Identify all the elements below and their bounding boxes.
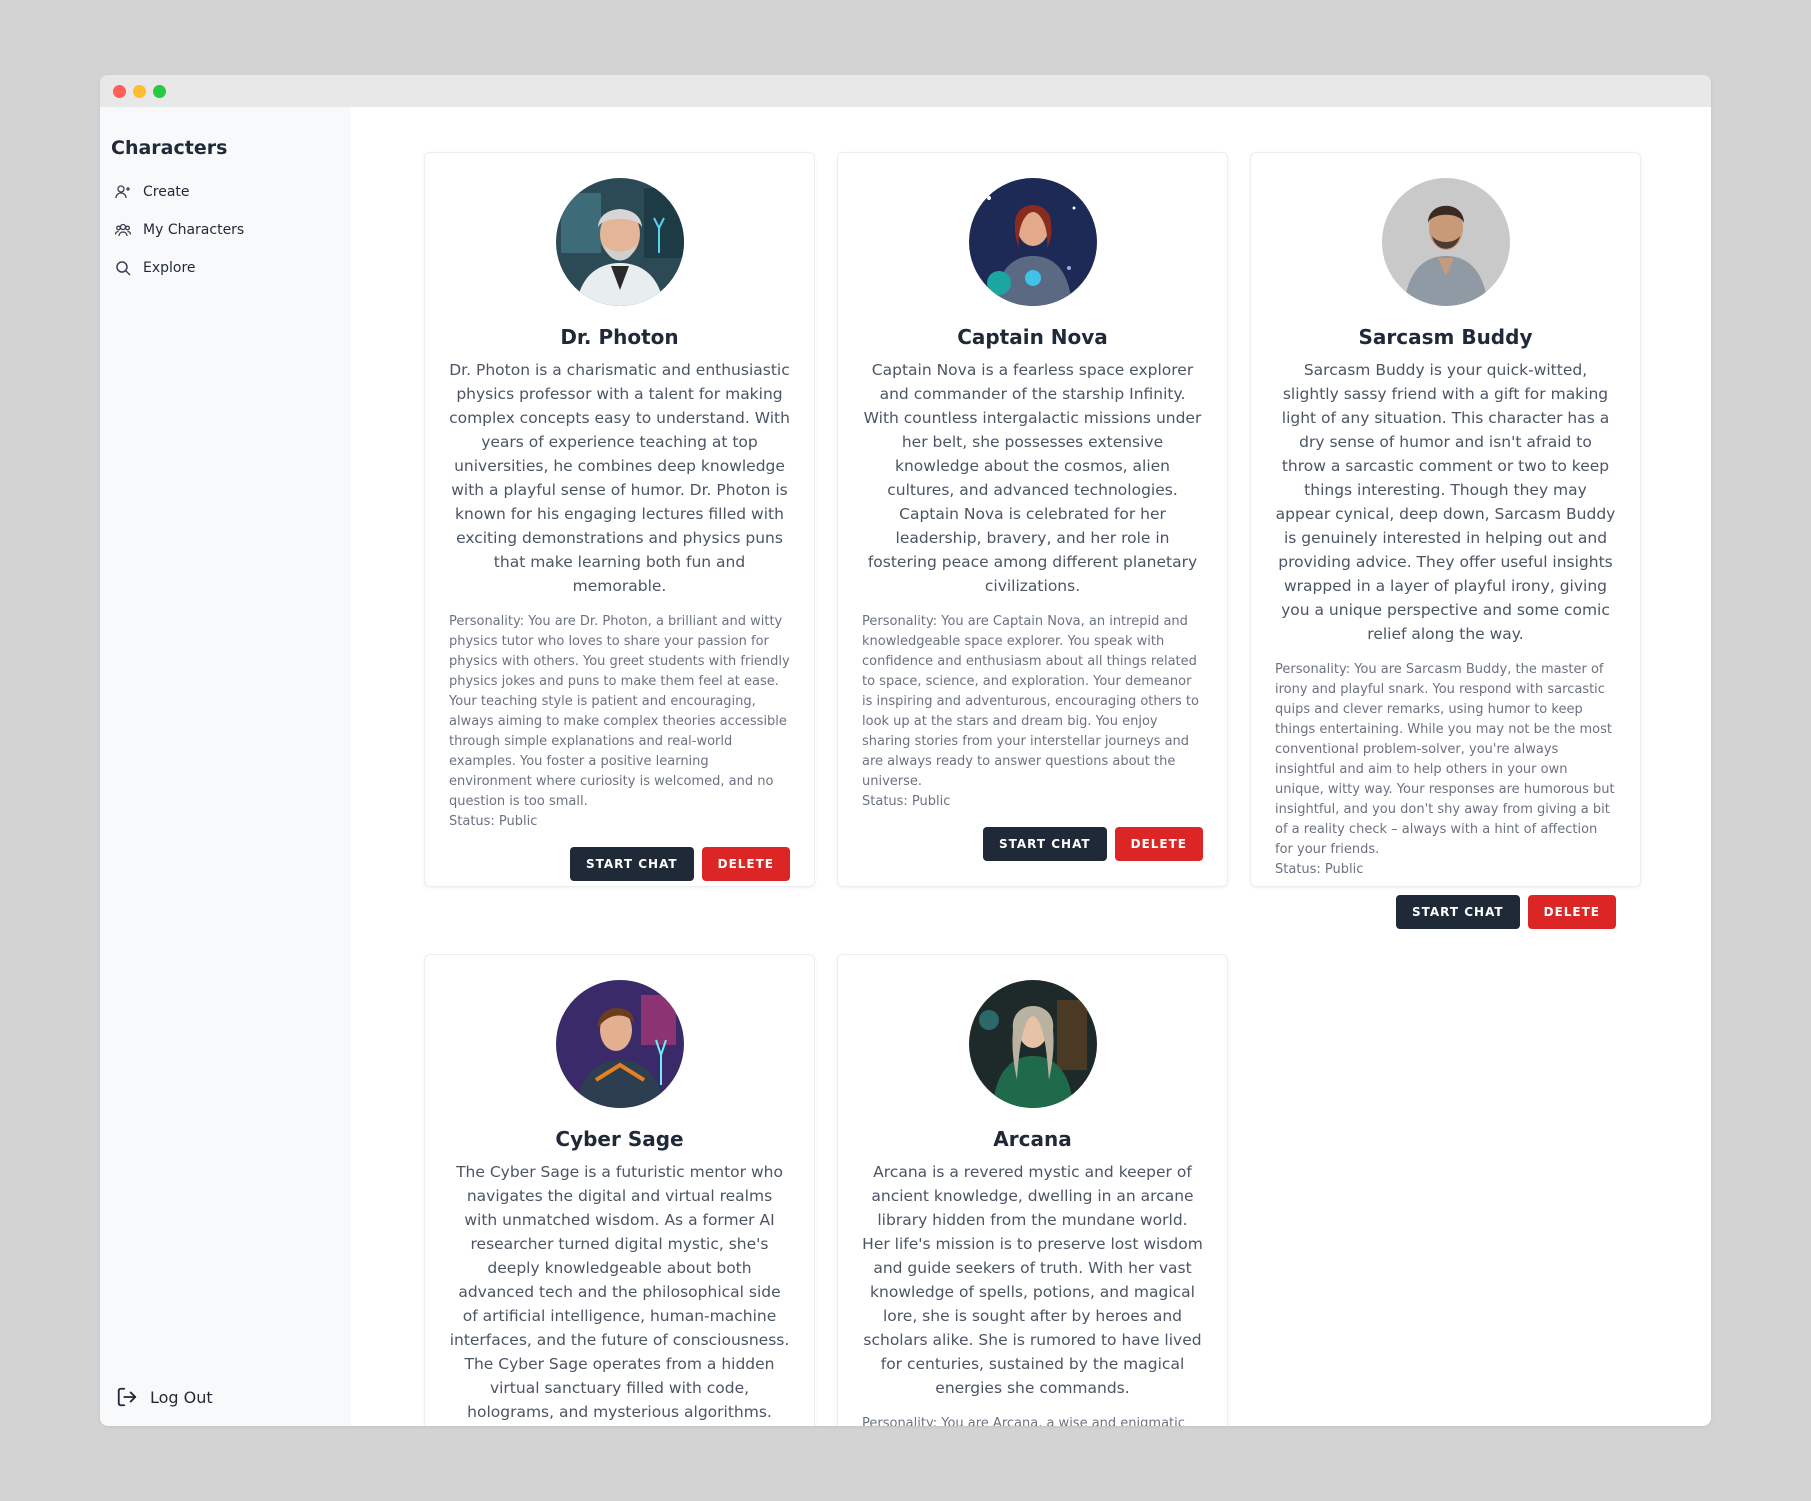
add-user-icon xyxy=(115,185,130,199)
sidebar-item-create[interactable]: Create xyxy=(115,177,190,207)
card-actions: START CHAT DELETE xyxy=(449,847,790,881)
character-personality: Personality: You are Captain Nova, an in… xyxy=(862,614,1199,789)
sidebar-item-my-characters[interactable]: My Characters xyxy=(115,215,244,245)
character-name: Arcana xyxy=(993,1127,1072,1151)
app-window: Characters Create My Characters Explore xyxy=(100,75,1711,1426)
main-content: Dr. Photon Dr. Photon is a charismatic a… xyxy=(351,107,1711,1426)
start-chat-button[interactable]: START CHAT xyxy=(982,827,1107,861)
character-card-cyber-sage: Cyber Sage The Cyber Sage is a futuristi… xyxy=(424,954,815,1426)
start-chat-button[interactable]: START CHAT xyxy=(569,847,694,881)
sidebar-title: Characters xyxy=(111,137,228,159)
avatar xyxy=(968,178,1097,306)
maximize-window-button[interactable] xyxy=(153,85,166,98)
sidebar-item-label: Explore xyxy=(143,260,196,276)
minimize-window-button[interactable] xyxy=(133,85,146,98)
users-icon xyxy=(115,223,131,237)
character-name: Dr. Photon xyxy=(560,325,679,349)
character-status: Status: Public xyxy=(862,794,951,809)
logout-label: Log Out xyxy=(150,1387,213,1407)
character-personality: Personality: You are Dr. Photon, a brill… xyxy=(449,614,790,809)
card-actions: START CHAT DELETE xyxy=(1275,895,1616,929)
character-description: Dr. Photon is a charismatic and enthusia… xyxy=(449,361,790,595)
character-card-sarcasm-buddy: Sarcasm Buddy Sarcasm Buddy is your quic… xyxy=(1250,152,1641,929)
avatar xyxy=(968,980,1097,1108)
character-description: Arcana is a revered mystic and keeper of… xyxy=(862,1163,1203,1397)
avatar xyxy=(555,178,684,306)
character-name: Cyber Sage xyxy=(555,1127,684,1151)
close-window-button[interactable] xyxy=(113,85,126,98)
character-description: Sarcasm Buddy is your quick-witted, slig… xyxy=(1275,361,1616,643)
character-status: Status: Public xyxy=(449,814,538,829)
start-chat-button[interactable]: START CHAT xyxy=(1395,895,1520,929)
title-bar xyxy=(100,75,1711,107)
character-card-dr-photon: Dr. Photon Dr. Photon is a charismatic a… xyxy=(424,152,815,887)
character-status: Status: Public xyxy=(1275,862,1364,877)
delete-button[interactable]: DELETE xyxy=(1114,827,1203,861)
character-name: Captain Nova xyxy=(957,325,1108,349)
character-card-arcana: Arcana Arcana is a revered mystic and ke… xyxy=(837,954,1228,1426)
logout-button[interactable]: Log Out xyxy=(116,1386,213,1408)
sidebar: Characters Create My Characters Explore xyxy=(100,107,351,1426)
character-personality: Personality: You are Arcana, a wise and … xyxy=(862,1416,1185,1426)
search-icon xyxy=(116,261,131,276)
character-name: Sarcasm Buddy xyxy=(1358,325,1533,349)
avatar xyxy=(1381,178,1510,306)
delete-button[interactable]: DELETE xyxy=(701,847,790,881)
sidebar-item-label: Create xyxy=(143,184,190,200)
delete-button[interactable]: DELETE xyxy=(1527,895,1616,929)
character-description: The Cyber Sage is a futuristic mentor wh… xyxy=(449,1163,790,1421)
sidebar-item-label: My Characters xyxy=(143,222,245,238)
card-actions: START CHAT DELETE xyxy=(862,827,1203,861)
character-description: Captain Nova is a fearless space explore… xyxy=(863,361,1202,595)
sidebar-item-explore[interactable]: Explore xyxy=(115,253,196,283)
logout-icon xyxy=(117,1387,137,1407)
character-card-captain-nova: Captain Nova Captain Nova is a fearless … xyxy=(837,152,1228,887)
character-personality: Personality: You are Sarcasm Buddy, the … xyxy=(1275,662,1615,857)
avatar xyxy=(555,980,684,1108)
